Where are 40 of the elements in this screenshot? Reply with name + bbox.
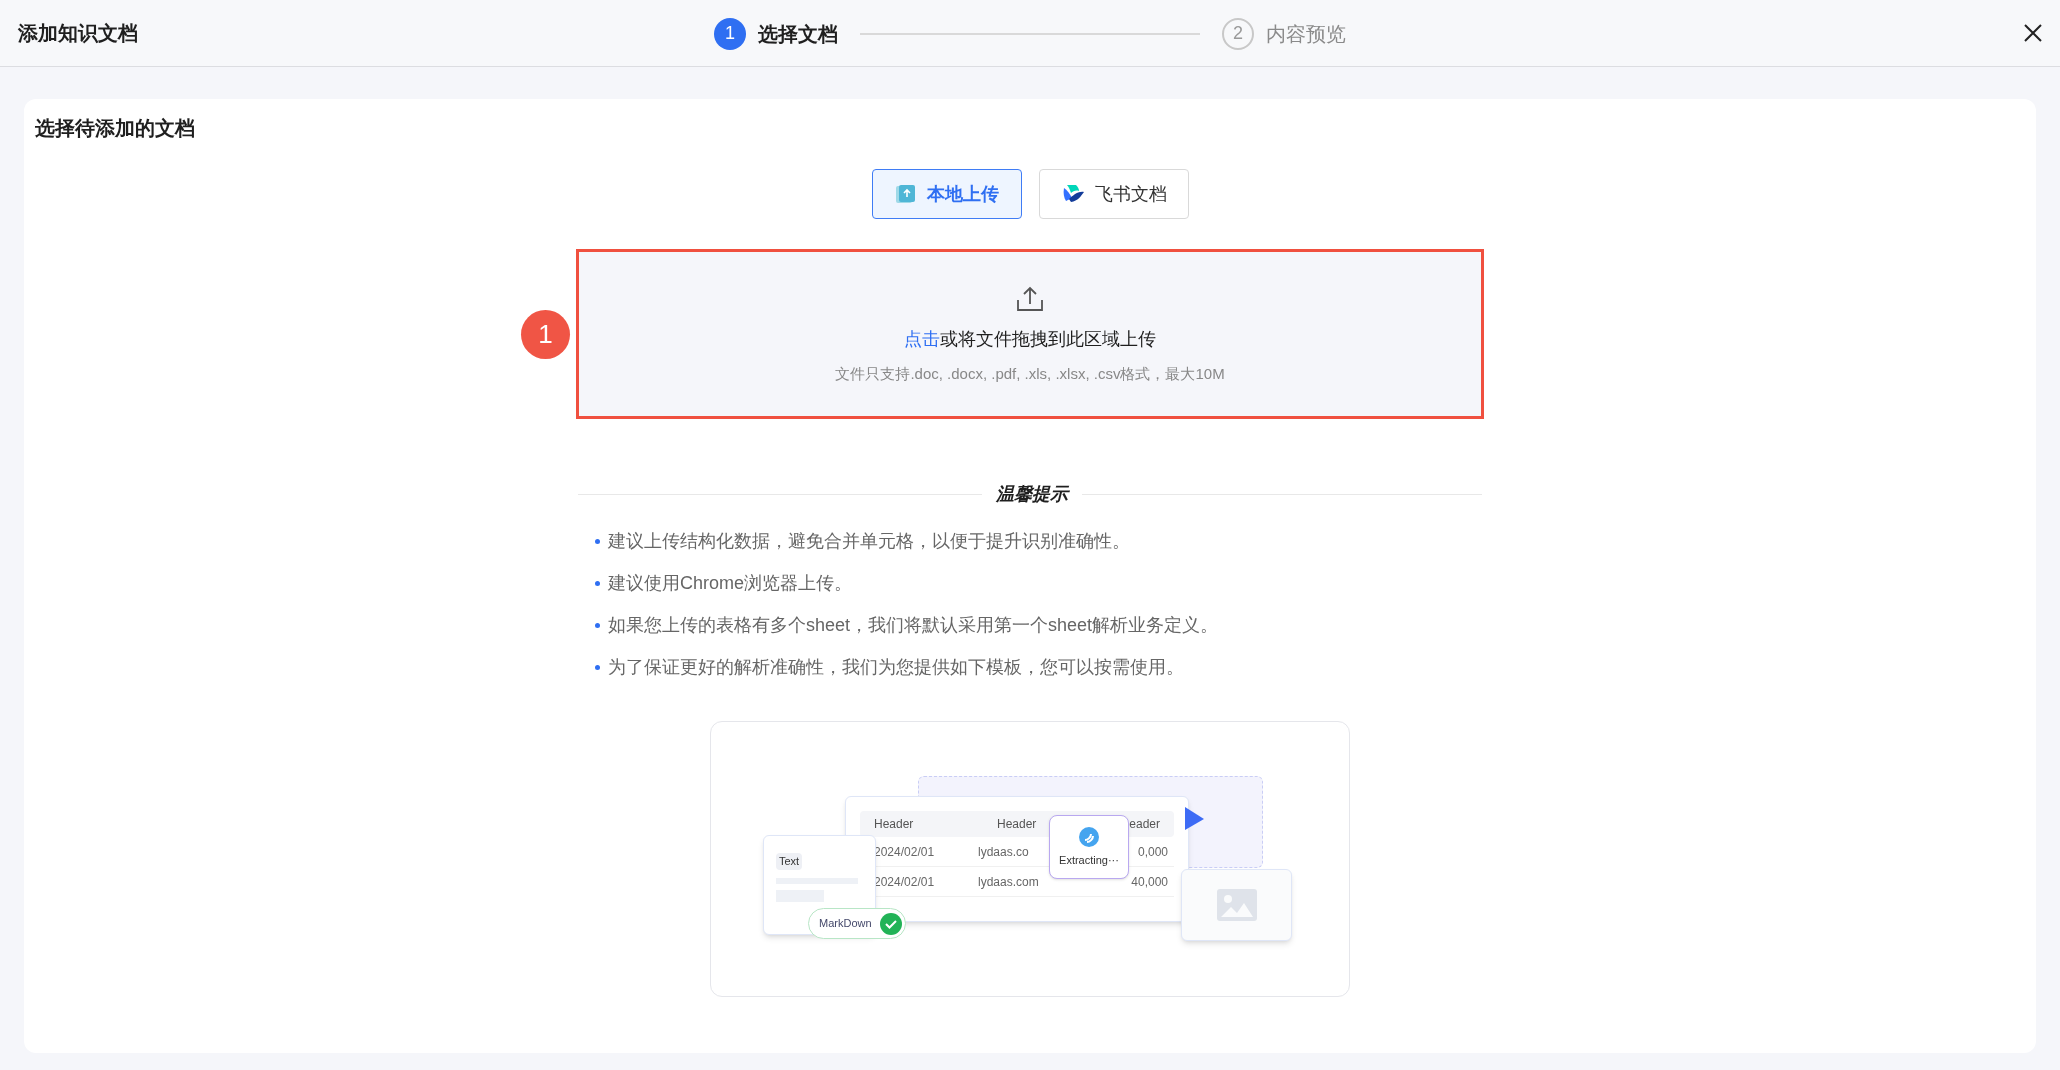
table-cell-text: 2024/02/01 — [874, 843, 936, 861]
cursor-icon — [1184, 806, 1205, 831]
extracting-label: Extracting··· — [1059, 852, 1119, 868]
dialog-title: 添加知识文档 — [18, 21, 138, 46]
tip-text: 如果您上传的表格有多个sheet，我们将默认采用第一个sheet解析业务定义。 — [608, 614, 1219, 637]
upload-hint: 文件只支持.doc, .docx, .pdf, .xls, .xlsx, .csv格式，最大10M — [835, 364, 1225, 384]
text-tag: Text — [776, 853, 803, 870]
upload-dropzone[interactable]: 点击或将文件拖拽到此区域上传 文件只支持.doc, .docx, .pdf, .xls, .xlsx, .csv格式，最大10M — [576, 249, 1484, 419]
bullet-icon — [595, 581, 600, 586]
check-icon — [879, 912, 902, 935]
markdown-pill: MarkDown — [808, 908, 906, 939]
step-number: 2 — [1222, 17, 1254, 50]
table-cell-text: lydaas.com — [978, 873, 1040, 891]
step-label: 内容预览 — [1266, 21, 1346, 47]
tip-text: 为了保证更好的解析准确性，我们为您提供如下模板，您可以按需使用。 — [608, 656, 1184, 679]
step-number: 1 — [714, 17, 746, 50]
upload-icon — [1016, 286, 1044, 312]
upload-instruction: 点击或将文件拖拽到此区域上传 — [904, 328, 1156, 351]
click-link[interactable]: 点击 — [904, 329, 940, 349]
table-cell-text: 40,000 — [1131, 873, 1168, 891]
bullet-icon — [595, 539, 600, 544]
panel-title: 选择待添加的文档 — [35, 116, 195, 141]
step-label: 选择文档 — [758, 21, 838, 47]
tips-title: 温馨提示 — [996, 483, 1068, 506]
source-tab[interactable]: 本地上传 — [871, 169, 1022, 219]
close-icon[interactable] — [2024, 24, 2042, 42]
spinner-icon — [1078, 825, 1100, 848]
upload-card-icon — [894, 183, 917, 205]
source-tab[interactable]: 飞书文档 — [1038, 169, 1189, 219]
annotation-badge: 1 — [521, 310, 570, 359]
table-cell-text: 2024/02/01 — [874, 873, 936, 891]
tip-text: 建议使用Chrome浏览器上传。 — [608, 572, 853, 595]
table-header: Header — [996, 816, 1038, 833]
image-placeholder-icon — [1216, 889, 1257, 921]
table-cell-text: 0,000 — [1137, 843, 1168, 861]
table-header: Header — [874, 816, 915, 833]
bullet-icon — [595, 623, 600, 628]
bullet-icon — [595, 665, 600, 670]
table-header: eader — [1129, 816, 1160, 833]
tip-text: 建议上传结构化数据，避免合并单元格，以便于提升识别准确性。 — [608, 530, 1130, 553]
